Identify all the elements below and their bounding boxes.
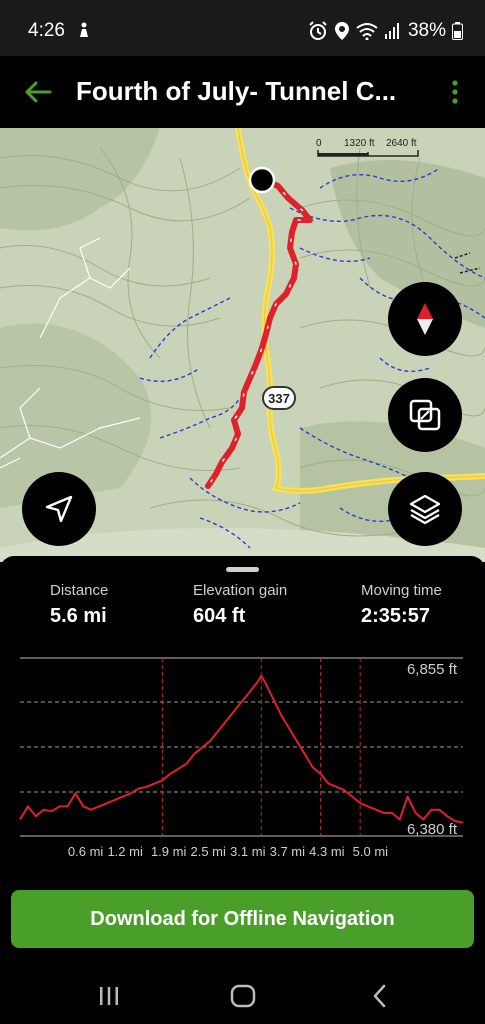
back-button[interactable] <box>18 74 58 110</box>
stat-value: 604 ft <box>193 605 246 627</box>
x-tick-label: 5.0 mi <box>352 844 389 859</box>
map-scale: 0 1320 ft 2640 ft <box>316 138 426 160</box>
stat-label: Moving time <box>361 582 442 599</box>
home-icon <box>230 984 256 1008</box>
system-back-button[interactable] <box>360 980 400 1012</box>
compass-icon <box>417 303 433 335</box>
arrow-left-icon <box>25 81 52 103</box>
battery-icon <box>452 22 463 40</box>
drag-handle[interactable] <box>226 567 259 572</box>
navigation-arrow-icon <box>45 495 73 523</box>
scale-label-2640: 2640 ft <box>386 138 417 149</box>
app-bar: Fourth of July- Tunnel C... <box>0 56 485 128</box>
more-vertical-icon <box>452 80 458 104</box>
more-options-button[interactable] <box>445 76 465 108</box>
x-tick-label: 4.3 mi <box>309 844 345 859</box>
recent-apps-icon <box>100 987 118 1005</box>
x-tick-label: 3.1 mi <box>230 844 266 859</box>
status-bar: 4:26 38% <box>0 0 485 56</box>
back-icon <box>373 984 386 1008</box>
map-view[interactable]: 0 1320 ft 2640 ft 337 <box>0 128 485 562</box>
scale-label-1320: 1320 ft <box>344 138 375 149</box>
elevation-profile-chart[interactable]: 6,855 ft 6,380 ft 0.6 mi 1.2 mi 1.9 mi 2.5 … <box>0 656 485 866</box>
system-nav-bar <box>0 968 485 1024</box>
locate-button[interactable] <box>22 472 96 546</box>
status-icons: 38% <box>308 18 463 44</box>
stat-moving-time: Moving time 2:35:57 <box>361 582 442 628</box>
stat-value: 2:35:57 <box>361 605 430 627</box>
battery-percentage: 38% <box>407 20 446 41</box>
x-tick-label: 2.5 mi <box>190 844 226 859</box>
layers-icon <box>409 494 441 525</box>
stat-label: Distance <box>50 582 109 599</box>
home-button[interactable] <box>223 980 263 1012</box>
y-label-min: 6,380 ft <box>406 821 457 838</box>
signal-icon <box>384 23 399 39</box>
y-label-max: 6,855 ft <box>406 661 457 678</box>
x-tick-label: 3.7 mi <box>269 844 306 859</box>
stat-elevation-gain: Elevation gain 604 ft <box>193 582 287 628</box>
status-time: 4:26 <box>28 20 65 41</box>
wifi-icon <box>356 23 378 40</box>
page-title: Fourth of July- Tunnel C... <box>76 76 397 106</box>
stat-value: 5.6 mi <box>50 605 107 627</box>
download-offline-button[interactable]: Download for Offline Navigation <box>11 890 474 948</box>
stat-label: Elevation gain <box>193 582 288 599</box>
location-icon <box>334 22 349 40</box>
stat-distance: Distance 5.6 mi <box>50 582 108 628</box>
layers-button[interactable] <box>388 472 462 546</box>
copy-icon <box>409 399 441 431</box>
compass-button[interactable] <box>388 282 462 356</box>
x-tick-label: 1.2 mi <box>107 844 143 859</box>
route-shield: 337 <box>262 386 296 410</box>
scale-label-0: 0 <box>316 138 322 149</box>
elevation-line <box>19 674 464 824</box>
alarm-icon <box>309 21 327 40</box>
recent-apps-button[interactable] <box>89 980 129 1012</box>
copy-button[interactable] <box>388 378 462 452</box>
x-tick-label: 1.9 mi <box>150 844 187 859</box>
notification-icon <box>80 22 88 37</box>
x-tick-label: 0.6 mi <box>67 844 104 859</box>
